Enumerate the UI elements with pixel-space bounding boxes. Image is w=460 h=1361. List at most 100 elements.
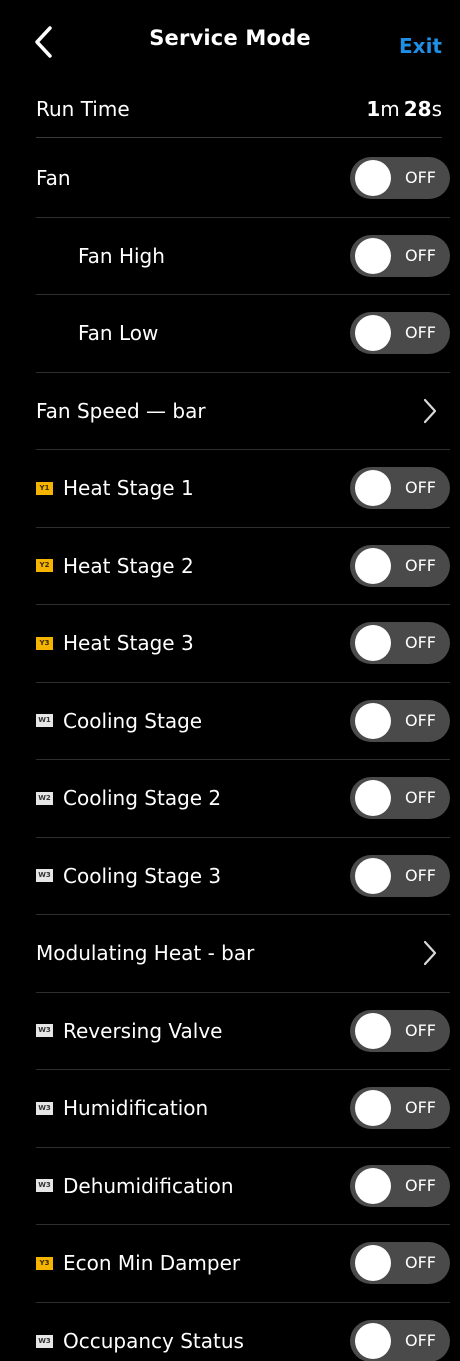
chevron-right-icon[interactable] bbox=[420, 938, 440, 968]
toggle-switch[interactable]: OFF bbox=[350, 1164, 450, 1207]
toggle-switch[interactable]: OFF bbox=[350, 854, 450, 897]
row-label: Y2 Heat Stage 2 bbox=[36, 554, 350, 578]
toggle-state-label: OFF bbox=[405, 1098, 436, 1118]
toggle-knob bbox=[355, 237, 391, 274]
row-label-text: Econ Min Damper bbox=[63, 1251, 241, 1276]
toggle-switch[interactable]: OFF bbox=[350, 157, 450, 200]
row-label-text: Fan bbox=[36, 166, 71, 191]
row-econ-min-damper: Y3 Econ Min Damper OFF bbox=[36, 1225, 450, 1303]
output-list: Fan OFF Fan High OFF Fan Low OFF Fan Speed — b… bbox=[0, 140, 460, 1361]
toggle-knob bbox=[355, 1012, 391, 1049]
toggle-state-label: OFF bbox=[405, 1331, 436, 1351]
terminal-badge: Y3 bbox=[36, 636, 53, 650]
toggle-state-label: OFF bbox=[405, 555, 436, 575]
row-heat-stage-1: Y1 Heat Stage 1 OFF bbox=[36, 450, 450, 528]
row-cooling-stage-2: W2 Cooling Stage 2 OFF bbox=[36, 760, 450, 838]
toggle-state-label: OFF bbox=[405, 168, 436, 188]
row-cooling-stage-3: W3 Cooling Stage 3 OFF bbox=[36, 838, 450, 915]
row-label: Modulating Heat - bar bbox=[36, 941, 420, 965]
row-label: Y1 Heat Stage 1 bbox=[36, 476, 350, 500]
row-label: Fan Low bbox=[36, 321, 350, 345]
row-humidification: W3 Humidification OFF bbox=[36, 1070, 450, 1148]
toggle-state-label: OFF bbox=[405, 1175, 436, 1195]
row-label: Y3 Heat Stage 3 bbox=[36, 631, 350, 655]
row-label-text: Dehumidification bbox=[63, 1173, 234, 1198]
toggle-knob bbox=[355, 702, 391, 739]
toggle-state-label: OFF bbox=[405, 1253, 436, 1273]
row-label: W2 Cooling Stage 2 bbox=[36, 786, 350, 810]
terminal-badge: W3 bbox=[36, 1024, 53, 1038]
row-label: Fan High bbox=[36, 244, 350, 268]
terminal-badge: W3 bbox=[36, 1334, 53, 1348]
row-label-text: Occupancy Status bbox=[63, 1329, 244, 1354]
row-heat-stage-2: Y2 Heat Stage 2 OFF bbox=[36, 528, 450, 605]
toggle-state-label: OFF bbox=[405, 788, 436, 808]
row-label-text: Fan Speed — bar bbox=[36, 398, 206, 423]
row-label: Y3 Econ Min Damper bbox=[36, 1251, 350, 1275]
exit-button[interactable]: Exit bbox=[399, 34, 442, 58]
toggle-knob bbox=[355, 1323, 391, 1360]
toggle-switch[interactable]: OFF bbox=[350, 312, 450, 355]
toggle-knob bbox=[355, 1167, 391, 1204]
terminal-badge: Y1 bbox=[36, 481, 53, 495]
terminal-badge: W2 bbox=[36, 791, 53, 805]
toggle-switch[interactable]: OFF bbox=[350, 467, 450, 510]
row-fan-low: Fan Low OFF bbox=[36, 295, 450, 373]
row-label: W1 Cooling Stage bbox=[36, 709, 350, 733]
row-reversing-valve: W3 Reversing Valve OFF bbox=[36, 993, 450, 1070]
toggle-switch[interactable]: OFF bbox=[350, 1320, 450, 1361]
toggle-knob bbox=[355, 625, 391, 662]
toggle-switch[interactable]: OFF bbox=[350, 699, 450, 742]
toggle-state-label: OFF bbox=[405, 245, 436, 265]
row-label-text: Heat Stage 1 bbox=[63, 476, 194, 501]
toggle-state-label: OFF bbox=[405, 1020, 436, 1040]
toggle-switch[interactable]: OFF bbox=[350, 1009, 450, 1052]
toggle-knob bbox=[355, 547, 391, 584]
chevron-right-icon[interactable] bbox=[420, 396, 440, 426]
row-modulating-heat-bar[interactable]: Modulating Heat - bar bbox=[36, 915, 450, 993]
row-label: Fan Speed — bar bbox=[36, 399, 420, 423]
toggle-state-label: OFF bbox=[405, 710, 436, 730]
row-label: W3 Occupancy Status bbox=[36, 1329, 350, 1353]
toggle-switch[interactable]: OFF bbox=[350, 622, 450, 665]
toggle-switch[interactable]: OFF bbox=[350, 1242, 450, 1285]
row-label: W3 Reversing Valve bbox=[36, 1019, 350, 1043]
terminal-badge: W3 bbox=[36, 1179, 53, 1193]
row-heat-stage-3: Y3 Heat Stage 3 OFF bbox=[36, 605, 450, 683]
row-label-text: Cooling Stage 2 bbox=[63, 786, 222, 811]
row-fan-high: Fan High OFF bbox=[36, 218, 450, 295]
run-time-row: Run Time 1m 28s bbox=[36, 80, 442, 138]
run-time-minutes-unit: m bbox=[380, 96, 400, 121]
page-title: Service Mode bbox=[149, 26, 311, 50]
toggle-state-label: OFF bbox=[405, 865, 436, 885]
row-label-text: Fan High bbox=[78, 243, 165, 268]
row-fan: Fan OFF bbox=[36, 140, 450, 218]
toggle-knob bbox=[355, 315, 391, 352]
row-occupancy-status: W3 Occupancy Status OFF bbox=[36, 1303, 450, 1361]
toggle-knob bbox=[355, 1090, 391, 1127]
row-fan-speed-bar[interactable]: Fan Speed — bar bbox=[36, 373, 450, 450]
toggle-knob bbox=[355, 470, 391, 507]
row-label-text: Modulating Heat - bar bbox=[36, 941, 255, 966]
row-label-text: Heat Stage 2 bbox=[63, 553, 194, 578]
toggle-knob bbox=[355, 857, 391, 894]
toggle-state-label: OFF bbox=[405, 633, 436, 653]
row-label-text: Fan Low bbox=[78, 321, 159, 346]
row-label-text: Humidification bbox=[63, 1096, 209, 1121]
toggle-switch[interactable]: OFF bbox=[350, 1087, 450, 1130]
run-time-value: 1m 28s bbox=[366, 97, 442, 121]
toggle-state-label: OFF bbox=[405, 323, 436, 343]
toggle-state-label: OFF bbox=[405, 478, 436, 498]
toggle-switch[interactable]: OFF bbox=[350, 777, 450, 820]
run-time-label: Run Time bbox=[36, 96, 130, 121]
row-label: W3 Humidification bbox=[36, 1096, 350, 1120]
run-time-minutes: 1 bbox=[366, 96, 381, 121]
header: Service Mode Exit bbox=[0, 0, 460, 80]
row-label-text: Cooling Stage 3 bbox=[63, 863, 222, 888]
terminal-badge: Y3 bbox=[36, 1256, 53, 1270]
row-dehumidification: W3 Dehumidification OFF bbox=[36, 1148, 450, 1225]
toggle-knob bbox=[355, 1245, 391, 1282]
row-label-text: Heat Stage 3 bbox=[63, 631, 194, 656]
toggle-switch[interactable]: OFF bbox=[350, 234, 450, 277]
toggle-switch[interactable]: OFF bbox=[350, 544, 450, 587]
